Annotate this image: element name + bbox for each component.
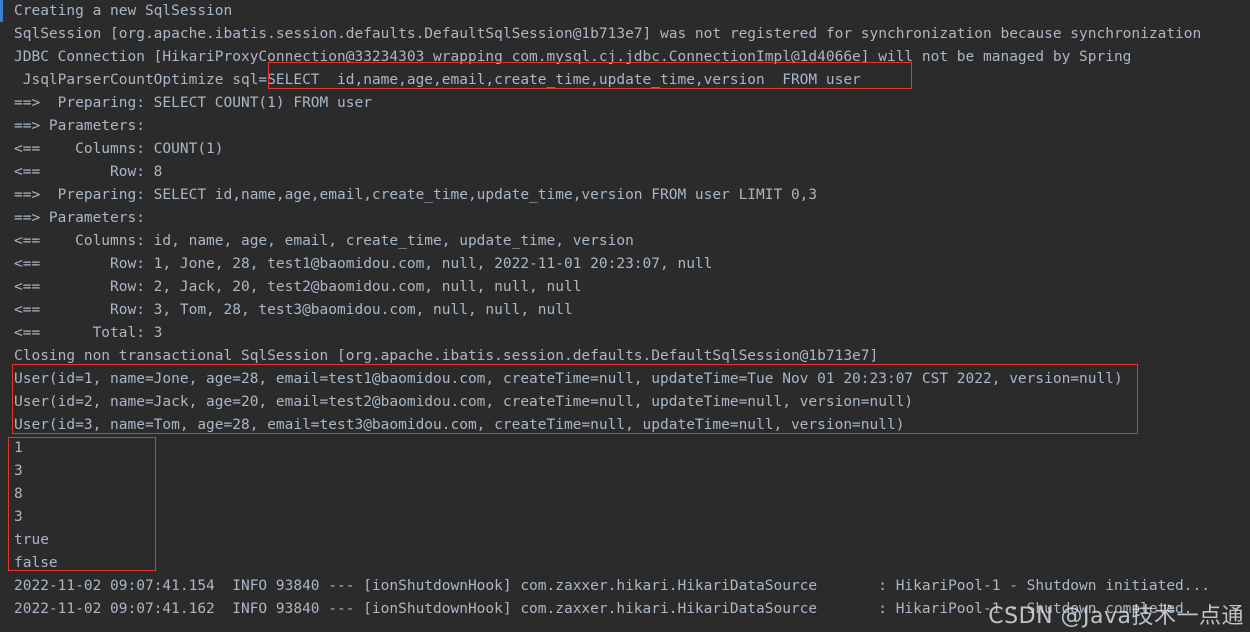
console-line: JsqlParserCountOptimize sql=SELECT id,na… xyxy=(14,72,861,88)
console-line: User(id=3, name=Tom, age=28, email=test3… xyxy=(14,417,905,433)
console-line: 2022-11-02 09:07:41.154 INFO 93840 --- [… xyxy=(14,578,1210,594)
console-line: false xyxy=(14,555,58,571)
console-line: JDBC Connection [HikariProxyConnection@3… xyxy=(14,49,1132,65)
console-line: 3 xyxy=(14,509,23,525)
console-line: true xyxy=(14,532,49,548)
console-line: <== Total: 3 xyxy=(14,325,163,341)
console-line: ==> Preparing: SELECT COUNT(1) FROM user xyxy=(14,95,372,111)
console-line: 3 xyxy=(14,463,23,479)
console-line: User(id=2, name=Jack, age=20, email=test… xyxy=(14,394,914,410)
console-line: <== Columns: id, name, age, email, creat… xyxy=(14,233,634,249)
console-line: Closing non transactional SqlSession [or… xyxy=(14,348,879,364)
console-line: ==> Parameters: xyxy=(14,118,145,134)
console-line: SqlSession [org.apache.ibatis.session.de… xyxy=(14,26,1202,42)
console-line: Creating a new SqlSession xyxy=(14,3,233,19)
console-line: User(id=1, name=Jone, age=28, email=test… xyxy=(14,371,1123,387)
console-line: 8 xyxy=(14,486,23,502)
console-line: ==> Parameters: xyxy=(14,210,145,226)
run-console-panel[interactable]: Creating a new SqlSession SqlSession [org… xyxy=(0,0,1250,632)
csdn-watermark: CSDN @Java技术一点通 xyxy=(988,604,1244,629)
console-line: <== Row: 8 xyxy=(14,164,163,180)
console-line: <== Row: 1, Jone, 28, test1@baomidou.com… xyxy=(14,256,713,272)
console-line: ==> Preparing: SELECT id,name,age,email,… xyxy=(14,187,818,203)
console-line: <== Row: 2, Jack, 20, test2@baomidou.com… xyxy=(14,279,582,295)
console-output-lines: Creating a new SqlSession SqlSession [org… xyxy=(0,0,1250,621)
console-line: <== Columns: COUNT(1) xyxy=(14,141,224,157)
console-line: 1 xyxy=(14,440,23,456)
console-line: <== Row: 3, Tom, 28, test3@baomidou.com,… xyxy=(14,302,573,318)
